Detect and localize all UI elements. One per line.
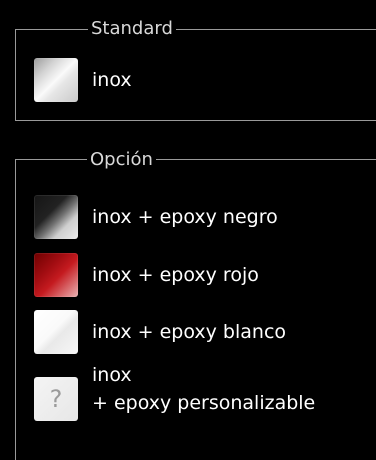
standard-section-title: Standard [88,18,176,40]
standard-option-inox: inox [34,58,132,102]
white-epoxy-swatch [34,310,78,354]
black-epoxy-swatch [34,195,78,239]
option-item-personalizable-line1: inox [92,364,132,386]
option-item-negro: inox + epoxy negro [34,195,278,239]
option-item-rojo-label: inox + epoxy rojo [92,264,259,286]
option-item-blanco: inox + epoxy blanco [34,310,286,354]
option-item-rojo: inox + epoxy rojo [34,253,259,297]
option-section: Opción inox + epoxy negro inox + epoxy r… [15,149,376,460]
option-item-personalizable: ? inox + epoxy personalizable [34,364,315,421]
red-epoxy-swatch [34,253,78,297]
option-section-title: Opción [87,149,156,171]
question-mark-icon: ? [34,377,78,421]
standard-option-inox-label: inox [92,69,132,91]
inox-swatch [34,58,78,102]
standard-section: Standard inox [15,18,376,121]
option-item-negro-label: inox + epoxy negro [92,206,278,228]
option-item-blanco-label: inox + epoxy blanco [92,321,287,343]
option-item-personalizable-line2: + epoxy personalizable [92,392,316,414]
option-item-personalizable-label: inox + epoxy personalizable [92,361,315,417]
